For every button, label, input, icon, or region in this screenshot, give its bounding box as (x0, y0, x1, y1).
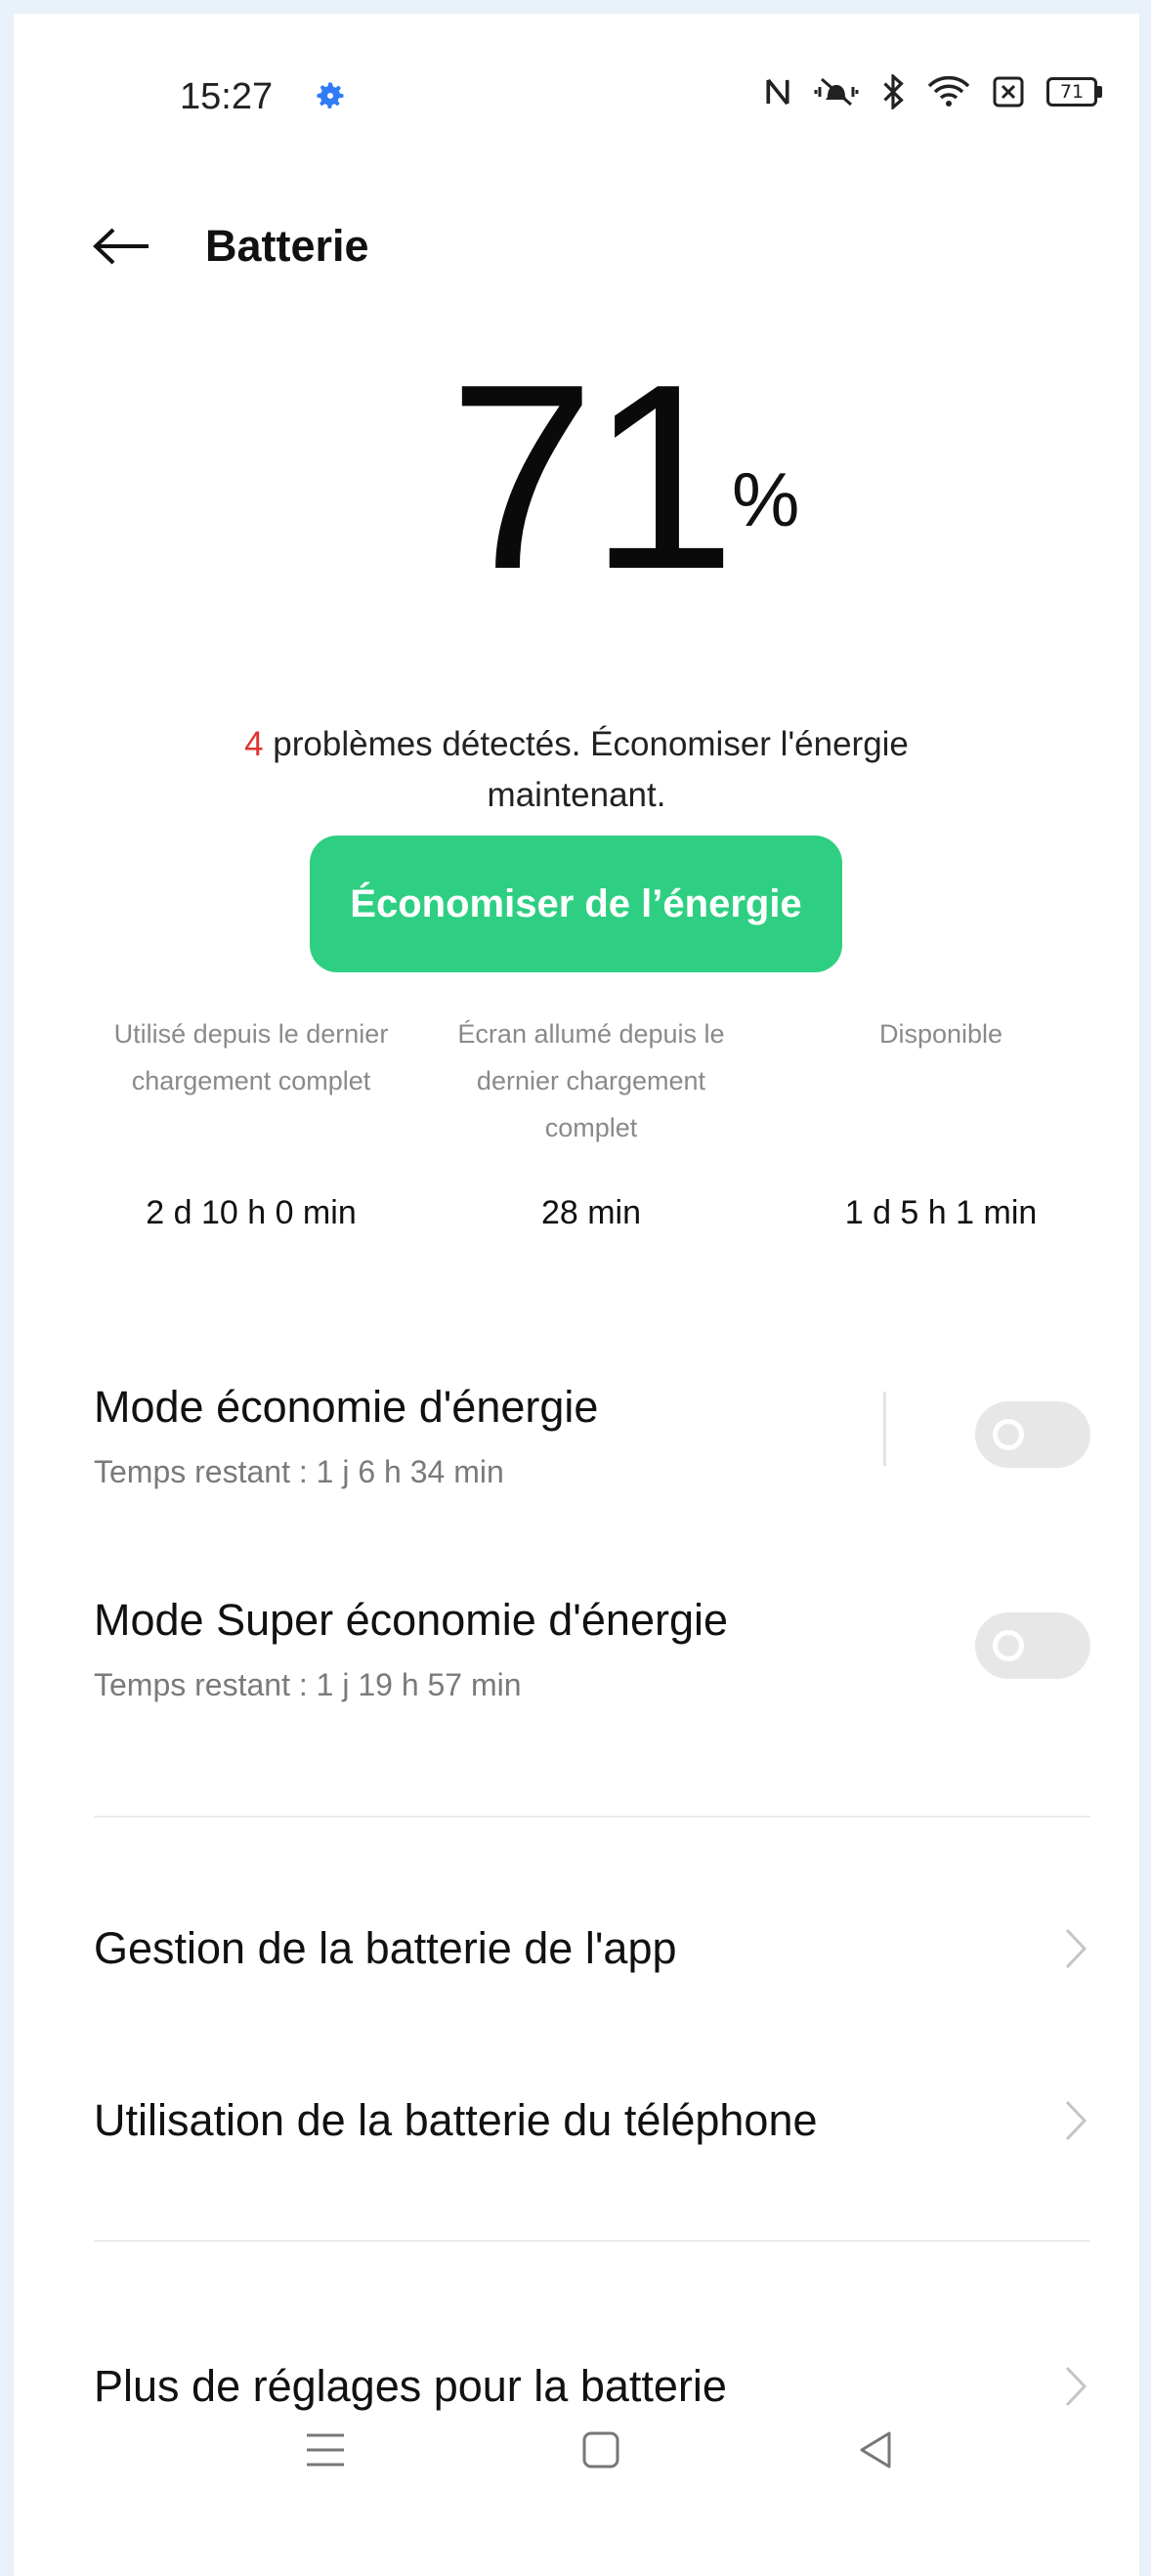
stat-value: 2 d 10 h 0 min (146, 1194, 357, 1231)
battery-screen: 15:27 71 Batterie 71 % 4 problèmes détec… (14, 14, 1139, 2576)
chevron-right-icon (1065, 2100, 1087, 2141)
status-bar: 15:27 71 (14, 53, 1139, 141)
battery-icon: 71 (1046, 77, 1102, 107)
status-icons: 71 (763, 74, 1102, 109)
battery-percentage-display: 71 % (14, 346, 1139, 620)
vibrate-icon (814, 77, 859, 107)
bluetooth-icon (883, 74, 904, 109)
problems-count: 4 (244, 725, 264, 763)
toggle-knob (993, 1630, 1024, 1661)
section-divider (94, 1816, 1090, 1818)
chevron-right-icon (1065, 1928, 1087, 1969)
wifi-icon (927, 75, 970, 107)
battery-level-text: 71 (1046, 77, 1097, 107)
system-nav-bar (14, 2427, 1139, 2506)
power-saving-mode-row[interactable]: Mode économie d'énergie Temps restant : … (94, 1382, 1090, 1490)
power-saving-mode-remaining: Temps restant : 1 j 6 h 34 min (94, 1454, 504, 1489)
problems-message: 4 problèmes détectés. Économiser l'énerg… (160, 719, 993, 821)
stat-used-since-charge: Utilisé depuis le dernier chargement com… (90, 1010, 412, 1231)
battery-percent-sign: % (732, 456, 800, 542)
section-divider (94, 2240, 1090, 2242)
back-arrow-icon[interactable] (92, 227, 150, 266)
save-energy-button[interactable]: Économiser de l’énergie (310, 836, 842, 972)
power-saving-mode-toggle[interactable] (975, 1401, 1090, 1468)
nfc-icon (766, 78, 789, 106)
stat-label: Disponible (878, 1019, 1003, 1049)
page-title: Batterie (205, 221, 369, 271)
menu-label: Plus de réglages pour la batterie (94, 2361, 727, 2411)
menu-label: Utilisation de la batterie du téléphone (94, 2095, 818, 2145)
super-power-saving-mode-toggle[interactable] (975, 1612, 1090, 1679)
menu-app-battery-management[interactable]: Gestion de la batterie de l'app (94, 1910, 1090, 1988)
stat-screen-on: Écran allumé depuis le dernier chargemen… (430, 1010, 752, 1231)
stat-label: Utilisé depuis le dernier chargement com… (113, 1019, 389, 1095)
battery-tip (1097, 86, 1102, 98)
stat-value: 28 min (540, 1194, 642, 1231)
problems-text: problèmes détectés. Économiser l'énergie… (263, 725, 909, 814)
back-icon[interactable] (856, 2427, 895, 2472)
power-saving-mode-title: Mode économie d'énergie (94, 1382, 599, 1432)
super-power-saving-mode-row[interactable]: Mode Super économie d'énergie Temps rest… (94, 1595, 1090, 1703)
status-time: 15:27 (180, 76, 274, 117)
menu-more-battery-settings[interactable]: Plus de réglages pour la batterie (94, 2347, 1090, 2426)
super-power-saving-mode-title: Mode Super économie d'énergie (94, 1595, 729, 1645)
battery-percent-value: 71 (448, 330, 736, 624)
toggle-knob (993, 1419, 1024, 1450)
settings-gear-icon (317, 82, 344, 108)
stat-available: Disponible 1 d 5 h 1 min (780, 1010, 1102, 1231)
super-power-saving-mode-remaining: Temps restant : 1 j 19 h 57 min (94, 1667, 522, 1702)
stat-label: Écran allumé depuis le dernier chargemen… (457, 1019, 725, 1142)
menu-label: Gestion de la batterie de l'app (94, 1923, 677, 1973)
menu-phone-battery-usage[interactable]: Utilisation de la batterie du téléphone (94, 2082, 1090, 2160)
menu-icon[interactable] (303, 2427, 348, 2472)
toggle-separator (883, 1392, 886, 1466)
sim-off-icon (993, 76, 1024, 107)
stat-value: 1 d 5 h 1 min (844, 1194, 1038, 1231)
home-icon[interactable] (580, 2427, 621, 2472)
chevron-right-icon (1065, 2366, 1087, 2407)
